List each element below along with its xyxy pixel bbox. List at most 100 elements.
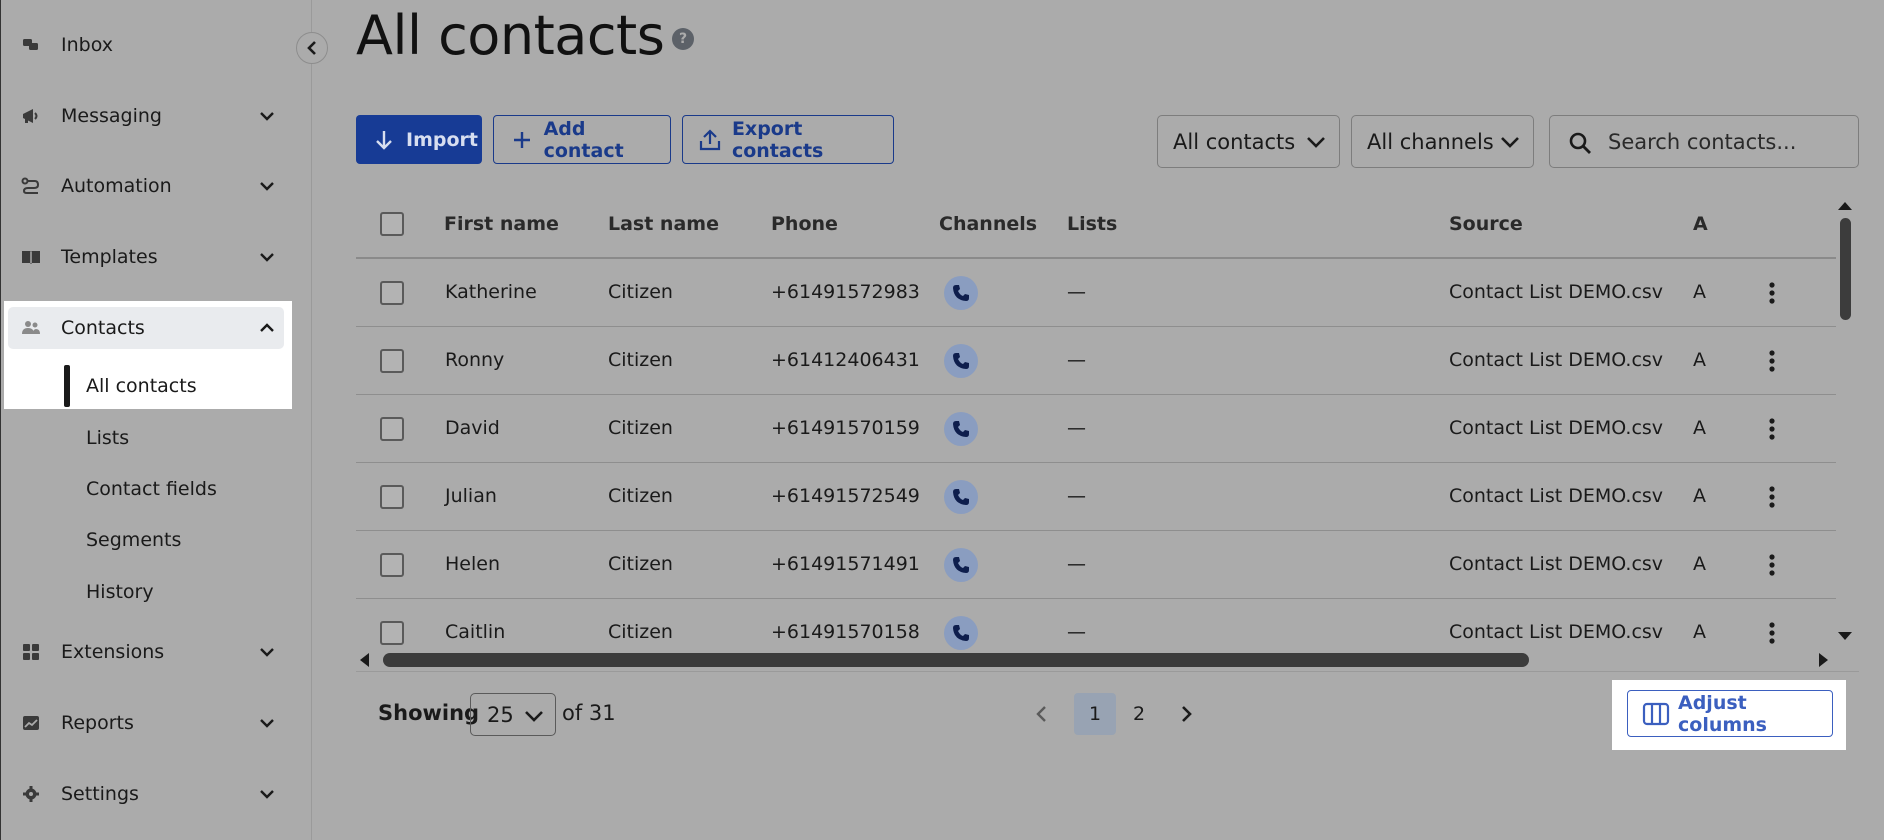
chevron-down-icon — [257, 107, 277, 125]
sidebar-item-reports[interactable]: Reports — [7, 702, 283, 744]
row-checkbox[interactable] — [380, 621, 404, 645]
search-input[interactable] — [1608, 128, 1848, 156]
image-chart-icon — [21, 714, 41, 732]
column-header-lists[interactable]: Lists — [1067, 213, 1117, 235]
row-checkbox[interactable] — [380, 281, 404, 305]
source-cell: Contact List DEMO.csv — [1449, 553, 1664, 575]
add-contact-button[interactable]: Add contact — [493, 115, 671, 164]
column-header-first-name[interactable]: First name — [444, 213, 559, 235]
previous-page-chevron-icon[interactable] — [1034, 704, 1048, 728]
phone-channel-icon — [944, 344, 978, 378]
select-all-checkbox[interactable] — [380, 212, 404, 236]
page-button-2[interactable]: 2 — [1118, 693, 1160, 735]
table-row[interactable]: Julian Citizen +61491572549 — Contact Li… — [356, 463, 1836, 531]
source-cell: Contact List DEMO.csv — [1449, 417, 1664, 439]
sidebar-item-label: Inbox — [61, 34, 113, 56]
columns-icon — [1642, 702, 1670, 726]
import-label: Import — [406, 128, 478, 151]
row-checkbox[interactable] — [380, 553, 404, 577]
phone-channel-icon — [944, 276, 978, 310]
last-name-cell: Citizen — [608, 417, 673, 439]
first-name-cell: Julian — [445, 485, 497, 507]
adjust-columns-button[interactable]: Adjust columns — [1627, 690, 1833, 737]
row-menu-kebab-icon[interactable] — [1760, 621, 1784, 645]
column-header-source[interactable]: Source — [1449, 213, 1523, 235]
sidebar-item-templates[interactable]: Templates — [7, 236, 283, 278]
first-name-cell: David — [445, 417, 500, 439]
phone-channel-icon — [944, 616, 978, 650]
sidebar-item-extensions[interactable]: Extensions — [7, 631, 283, 673]
table-row[interactable]: Katherine Citizen +61491572983 — Contact… — [356, 259, 1836, 327]
scroll-up-arrow-icon[interactable] — [1836, 196, 1854, 215]
vertical-scrollbar-thumb[interactable] — [1840, 218, 1851, 320]
row-checkbox[interactable] — [380, 485, 404, 509]
last-name-cell: Citizen — [608, 485, 673, 507]
source-cell: Contact List DEMO.csv — [1449, 621, 1664, 643]
sidebar-item-label: Templates — [61, 246, 158, 268]
help-icon[interactable]: ? — [672, 28, 694, 50]
sidebar-item-settings[interactable]: Settings — [7, 773, 283, 815]
search-box[interactable] — [1549, 115, 1859, 168]
row-menu-kebab-icon[interactable] — [1760, 281, 1784, 305]
phone-channel-icon — [944, 480, 978, 514]
table-row[interactable]: David Citizen +61491570159 — Contact Lis… — [356, 395, 1836, 463]
scroll-left-arrow-icon[interactable] — [358, 652, 370, 672]
a-cell: A — [1693, 281, 1706, 303]
lists-cell: — — [1067, 417, 1086, 439]
scroll-right-arrow-icon[interactable] — [1818, 652, 1830, 672]
next-page-chevron-icon[interactable] — [1180, 704, 1194, 728]
grid-icon — [21, 643, 41, 661]
active-indicator — [64, 365, 70, 407]
a-cell: A — [1693, 349, 1706, 371]
plus-icon — [510, 128, 534, 152]
channels-filter-select[interactable]: All channels — [1351, 115, 1534, 168]
first-name-cell: Ronny — [445, 349, 505, 371]
page-button-1[interactable]: 1 — [1074, 693, 1116, 735]
collapse-sidebar-button[interactable] — [296, 32, 328, 64]
contacts-filter-select[interactable]: All contacts — [1157, 115, 1340, 168]
chevron-down-icon — [257, 177, 277, 195]
a-cell: A — [1693, 553, 1706, 575]
row-checkbox[interactable] — [380, 349, 404, 373]
gear-icon — [21, 785, 41, 803]
sidebar-subitem-lists[interactable]: Lists — [86, 427, 129, 449]
sidebar-item-label: Automation — [61, 175, 172, 197]
sidebar-item-messaging[interactable]: Messaging — [7, 95, 283, 137]
column-header-a[interactable]: A — [1693, 213, 1708, 235]
sidebar-subitem-history[interactable]: History — [86, 581, 154, 603]
column-header-last-name[interactable]: Last name — [608, 213, 719, 235]
import-button[interactable]: Import — [356, 115, 482, 164]
scroll-down-arrow-icon[interactable] — [1836, 628, 1854, 647]
last-name-cell: Citizen — [608, 553, 673, 575]
lists-cell: — — [1067, 553, 1086, 575]
row-menu-kebab-icon[interactable] — [1760, 553, 1784, 577]
row-checkbox[interactable] — [380, 417, 404, 441]
export-contacts-button[interactable]: Export contacts — [682, 115, 894, 164]
channels-filter-value: All channels — [1367, 129, 1494, 154]
table-row[interactable]: Caitlin Citizen +61491570158 — Contact L… — [356, 599, 1836, 656]
row-menu-kebab-icon[interactable] — [1760, 485, 1784, 509]
sidebar-item-inbox[interactable]: Inbox — [7, 24, 283, 66]
row-menu-kebab-icon[interactable] — [1760, 349, 1784, 373]
column-header-phone[interactable]: Phone — [771, 213, 838, 235]
chevron-down-icon — [523, 706, 545, 731]
table-row[interactable]: Ronny Citizen +61412406431 — Contact Lis… — [356, 327, 1836, 395]
per-page-select[interactable]: 25 — [470, 693, 556, 736]
lists-cell: — — [1067, 281, 1086, 303]
sidebar-subitem-segments[interactable]: Segments — [86, 529, 181, 551]
table-row[interactable]: Helen Citizen +61491571491 — Contact Lis… — [356, 531, 1836, 599]
sidebar-item-contacts[interactable]: Contacts — [7, 307, 283, 349]
book-icon — [21, 248, 41, 266]
contacts-table: First name Last name Phone Channels List… — [356, 196, 1836, 656]
sidebar-subitem-contact-fields[interactable]: Contact fields — [86, 478, 217, 500]
page-title: All contacts — [356, 4, 665, 67]
row-menu-kebab-icon[interactable] — [1760, 417, 1784, 441]
per-page-value: 25 — [487, 702, 514, 727]
phone-cell: +61491570159 — [771, 417, 920, 439]
sidebar-item-automation[interactable]: Automation — [7, 165, 283, 207]
column-header-channels[interactable]: Channels — [939, 213, 1037, 235]
horizontal-scrollbar-thumb[interactable] — [383, 653, 1529, 667]
sidebar-subitem-all-contacts[interactable]: All contacts — [86, 375, 197, 397]
last-name-cell: Citizen — [608, 349, 673, 371]
export-contacts-label: Export contacts — [731, 117, 824, 162]
